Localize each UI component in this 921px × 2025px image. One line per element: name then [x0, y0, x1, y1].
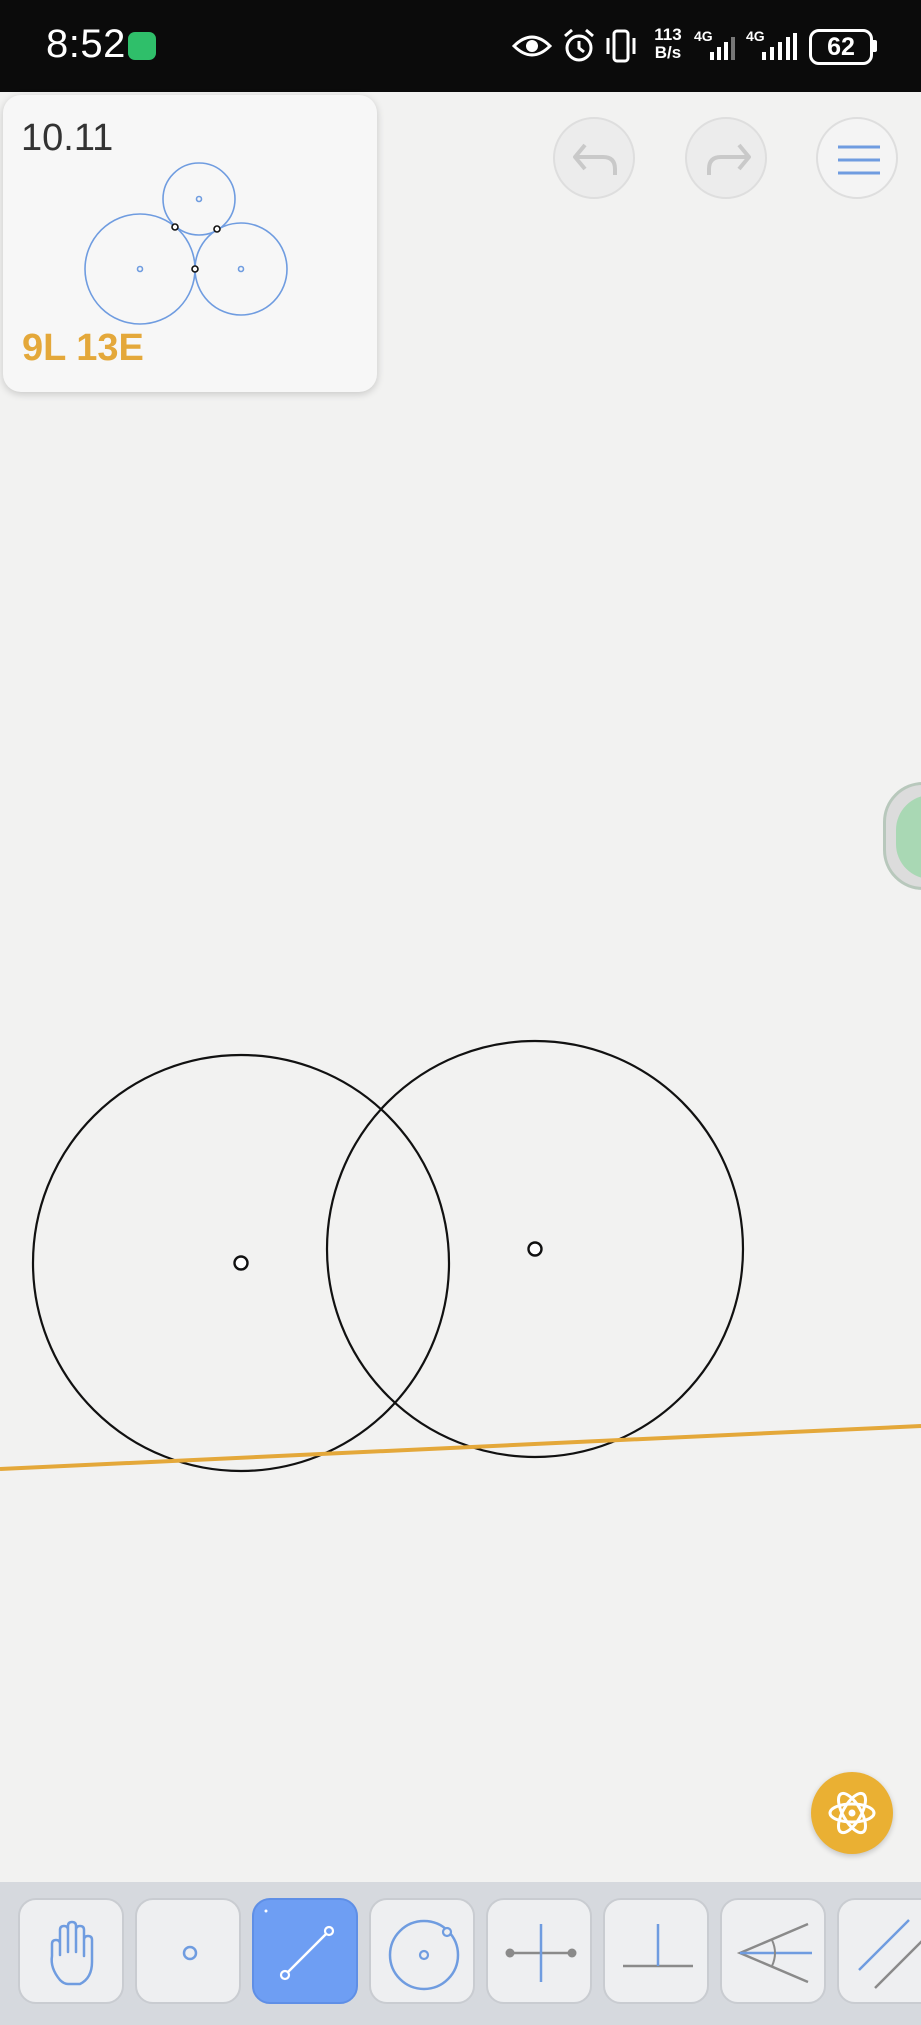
angle-bisector-icon — [736, 1922, 812, 1984]
tool-circle[interactable] — [369, 1898, 475, 2004]
score-euclid: 13E — [76, 327, 144, 369]
point-icon — [182, 1945, 198, 1961]
level-score: 9L 13E — [22, 327, 144, 370]
status-time: 8:52 — [46, 22, 126, 66]
alarm-icon — [564, 28, 594, 62]
menu-button[interactable] — [816, 117, 898, 199]
speed-unit: B/s — [654, 43, 682, 62]
side-panel-handle-inner — [896, 795, 921, 879]
battery-tip — [873, 40, 877, 52]
level-card[interactable]: 10.11 9L 13E — [3, 95, 377, 392]
redo-button[interactable] — [685, 117, 767, 199]
center-point-right — [527, 1241, 543, 1257]
drawn-line — [0, 1424, 921, 1471]
hand-icon — [50, 1920, 94, 1986]
score-lines: 9L — [22, 327, 66, 369]
tool-perpendicular[interactable] — [603, 1898, 709, 2004]
side-panel-handle[interactable] — [883, 782, 921, 890]
menu-icon — [838, 145, 880, 175]
redo-icon — [707, 143, 751, 175]
tool-parallel[interactable] — [837, 1898, 921, 2004]
eye-icon — [512, 35, 552, 57]
circle-right — [325, 1039, 745, 1459]
battery-icon: 62 — [809, 29, 873, 65]
tool-perpendicular-bisector[interactable] — [486, 1898, 592, 2004]
app-notification-icon — [128, 32, 156, 60]
signal-icon — [762, 33, 797, 60]
perpendicular-bisector-icon — [505, 1924, 577, 1982]
hint-button[interactable] — [811, 1772, 893, 1854]
tool-angle-bisector[interactable] — [720, 1898, 826, 2004]
tool-point[interactable] — [135, 1898, 241, 2004]
line-icon — [264, 1909, 335, 1981]
status-bar: 8:52 113 B/s 4G 4G 62 — [0, 0, 921, 92]
network-speed: 113 B/s — [648, 26, 688, 62]
vibrate-icon — [606, 29, 636, 63]
speed-value: 113 — [654, 25, 682, 44]
perpendicular-icon — [623, 1924, 693, 1968]
tool-move[interactable] — [18, 1898, 124, 2004]
tool-line[interactable] — [252, 1898, 358, 2004]
circle-icon — [388, 1919, 460, 1991]
circle-left — [31, 1053, 451, 1473]
parallel-icon — [858, 1919, 921, 1989]
center-point-left — [233, 1255, 249, 1271]
undo-button[interactable] — [553, 117, 635, 199]
signal-icon — [710, 37, 735, 60]
undo-icon — [573, 143, 617, 175]
tool-bar — [0, 1882, 921, 2025]
atom-icon — [828, 1791, 876, 1835]
